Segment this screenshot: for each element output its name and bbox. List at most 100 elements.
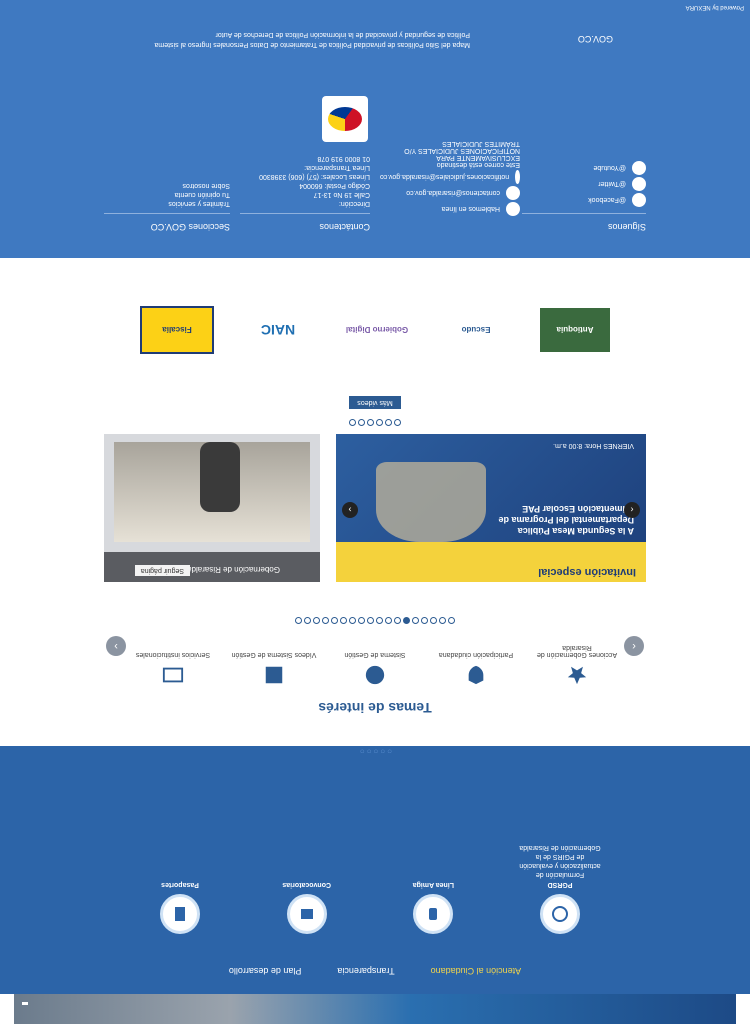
email-link[interactable]: contactenos@risaralda.gov.co <box>380 186 520 200</box>
footer-link[interactable]: Sobre nosotros <box>104 182 230 189</box>
tema-item[interactable]: Participación ciudadana <box>433 644 519 686</box>
table-icon <box>130 664 216 686</box>
judicial-note: Este correo está destinado EXCLUSIVAMENT… <box>404 140 520 168</box>
facebook-label: @Facebook <box>588 196 626 204</box>
service-convocatorias[interactable]: Convocatorias <box>262 843 352 934</box>
govco-logo[interactable]: GOV.CO <box>578 34 613 44</box>
temas-pager[interactable] <box>0 612 750 630</box>
footer-title: Secciones GOV.CO <box>104 213 230 232</box>
footer-text: Dirección: <box>338 200 370 207</box>
temas-title: Temas de interés <box>318 700 432 716</box>
footer-col-contact: Contáctenos Dirección: Calle 19 No 13-17… <box>240 153 370 232</box>
footer-text: Línea Transparencia: <box>304 164 370 171</box>
service-title: PGRSD <box>547 881 573 888</box>
facebook-header: Gobernación de Risaralda Seguir página <box>104 552 320 582</box>
footer-col-social: Síguenos @Facebook @Twitter @Youtube <box>522 159 646 232</box>
tema-item[interactable]: Acciones Gobernación de Risaralda <box>534 644 620 686</box>
twitter-link[interactable]: @Twitter <box>522 177 646 191</box>
service-desc: Formulación de actualización y evaluació… <box>519 844 601 878</box>
facebook-link[interactable]: @Facebook <box>522 193 646 207</box>
footer-title: Contáctenos <box>240 213 370 232</box>
powered-by[interactable]: Powered by NEXURA <box>686 4 744 10</box>
video-foot: VIERNES Hora: 8:00 a.m. <box>553 442 634 449</box>
footer-text: Líneas Locales: (57) (606) 3398300 <box>259 173 370 180</box>
footer-title: Síguenos <box>522 213 646 232</box>
tema-label: Sistema de Gestión <box>344 651 406 658</box>
tema-label: Participación ciudadana <box>438 651 514 658</box>
footer-policy-links-2[interactable]: Política de seguridad y privacidad de la… <box>216 31 470 38</box>
media-section: Invitación especial A la Segunda Mesa Pú… <box>104 434 646 582</box>
link-transparencia[interactable]: Transparencia <box>337 966 394 976</box>
footer-col-channels: Hablemos en línea contactenos@risaralda.… <box>380 138 520 218</box>
facebook-name[interactable]: Gobernación de Risaralda <box>187 565 280 574</box>
tema-label: Vídeos Sistema de Gestión <box>231 651 317 658</box>
passport-icon <box>160 894 201 934</box>
service-pgrsd[interactable]: PGRSD Formulación de actualización y eva… <box>515 843 605 934</box>
email-icon <box>506 186 520 200</box>
facebook-widget[interactable]: Gobernación de Risaralda Seguir página <box>104 434 320 582</box>
link-atencion[interactable]: Atención al Ciudadano <box>431 966 522 976</box>
footer-text: Calle 19 No 13-17 <box>313 191 370 198</box>
footer: Powered by NEXURA Secciones GOV.CO Trámi… <box>0 0 750 258</box>
follow-button[interactable]: Seguir página <box>134 565 190 576</box>
footer-col-govco: Secciones GOV.CO Trámites y servicios Tu… <box>104 180 230 232</box>
footer-text: 01 8000 919 078 <box>317 155 370 162</box>
video-next[interactable]: › <box>342 502 358 518</box>
twitter-icon <box>632 177 646 191</box>
hero-indicator[interactable] <box>22 1002 28 1005</box>
globe-icon <box>332 664 418 686</box>
chat-link[interactable]: Hablemos en línea <box>380 202 520 216</box>
youtube-label: @Youtube <box>593 164 626 172</box>
partner-logos: Antioquia Escudo Gobierno Digital NAIC F… <box>140 306 610 354</box>
video-slider[interactable]: Invitación especial A la Segunda Mesa Pú… <box>336 434 646 582</box>
youtube-icon <box>632 161 646 175</box>
twitter-label: @Twitter <box>598 180 626 188</box>
service-linea[interactable]: Línea Amiga <box>388 843 478 934</box>
service-pager[interactable]: ○○○○○ <box>0 747 750 756</box>
video-pager[interactable] <box>0 414 750 432</box>
footer-link[interactable]: Tu opinión cuenta <box>104 191 230 198</box>
next-button[interactable]: › <box>106 636 126 656</box>
star-icon <box>534 664 620 686</box>
film-icon <box>231 664 317 686</box>
video-prev[interactable]: ‹ <box>624 502 640 518</box>
tema-label: Acciones Gobernación de Risaralda <box>536 644 618 658</box>
facebook-photo <box>200 442 240 512</box>
email-icon <box>515 170 520 184</box>
judicial-email-label: notificaciones.judiciales@risaralda.gov.… <box>380 173 510 181</box>
chat-label: Hablemos en línea <box>441 205 500 213</box>
shield-icon <box>433 664 519 686</box>
hero-banner <box>14 994 736 1024</box>
logo-fiscalia[interactable]: Fiscalía <box>140 306 214 354</box>
prev-button[interactable]: ‹ <box>624 636 644 656</box>
tema-item[interactable]: Vídeos Sistema de Gestión <box>231 644 317 686</box>
tema-label: Servicios institucionales <box>135 651 211 658</box>
video-banner: Invitación especial <box>336 542 646 582</box>
footer-text: Código Postal: 660004 <box>299 182 370 189</box>
youtube-link[interactable]: @Youtube <box>522 161 646 175</box>
logo-partner[interactable]: Antioquia <box>540 308 610 352</box>
page: Atención al Ciudadano Transparencia Plan… <box>0 0 750 1024</box>
tema-item[interactable]: Sistema de Gestión <box>332 644 418 686</box>
co-colombia-logo[interactable] <box>322 96 368 142</box>
judicial-email-link[interactable]: notificaciones.judiciales@risaralda.gov.… <box>380 170 520 184</box>
service-pasaportes[interactable]: Pasaportes <box>135 843 225 934</box>
services-band: Atención al Ciudadano Transparencia Plan… <box>0 746 750 994</box>
link-plan[interactable]: Plan de desarrollo <box>229 966 302 976</box>
footer-policy-links[interactable]: Mapa del Sitio Políticas de privacidad P… <box>154 41 470 48</box>
facebook-icon <box>632 193 646 207</box>
logo-gobierno-digital[interactable]: Gobierno Digital <box>342 308 412 352</box>
chat-icon <box>506 202 520 216</box>
service-title: Línea Amiga <box>412 881 455 888</box>
logo-naic[interactable]: NAIC <box>243 308 313 352</box>
service-title: Pasaportes <box>161 881 199 888</box>
logo-escudo[interactable]: Escudo <box>441 308 511 352</box>
video-text: A la Segunda Mesa Pública Departamental … <box>498 504 634 536</box>
top-links: Atención al Ciudadano Transparencia Plan… <box>0 966 750 976</box>
megaphone-icon <box>286 894 327 934</box>
email-label: contactenos@risaralda.gov.co <box>406 189 500 197</box>
recycle-icon <box>540 894 580 934</box>
footer-link[interactable]: Trámites y servicios <box>104 200 230 207</box>
tema-item[interactable]: Servicios institucionales <box>130 644 216 686</box>
more-videos-button[interactable]: Más videos <box>349 396 401 409</box>
